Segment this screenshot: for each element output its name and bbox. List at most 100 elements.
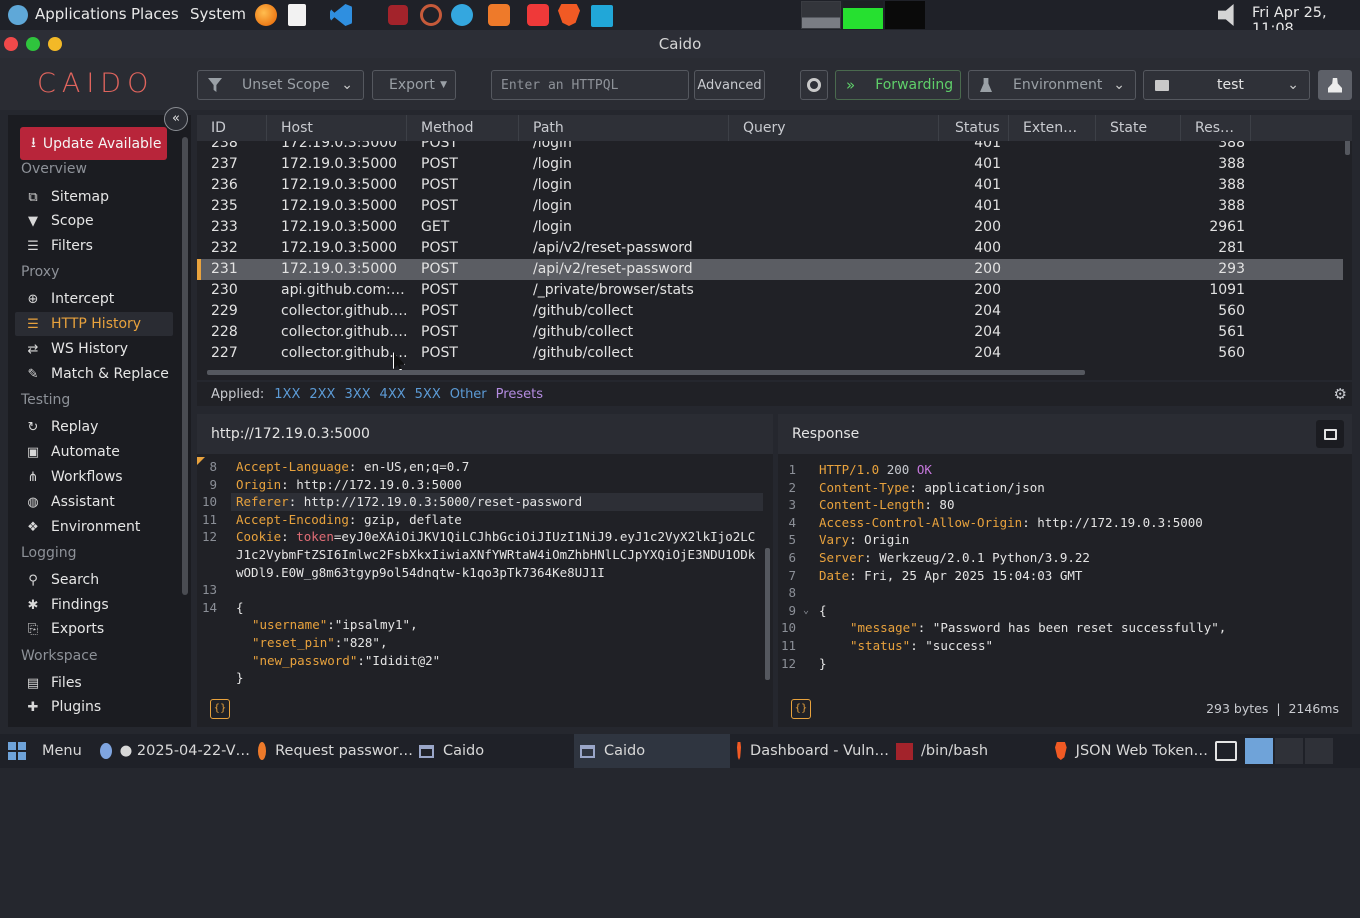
sidebar-item-http-history[interactable]: ☰ HTTP History — [15, 312, 173, 336]
sidebar-item-filters[interactable]: ☰ Filters — [15, 234, 173, 258]
task-item[interactable]: Caido — [419, 734, 569, 768]
vscode-icon[interactable] — [330, 4, 352, 26]
format-json-icon[interactable]: {} — [791, 699, 811, 719]
brave-icon[interactable] — [558, 4, 580, 26]
httpql-input[interactable]: Enter an HTTPQL — [491, 70, 689, 100]
sidebar-item-plugins[interactable]: ✚ Plugins — [15, 695, 173, 719]
puzzle-icon: ✚ — [27, 699, 39, 715]
table-row[interactable]: 227 collector.github.… POST/github/collect… — [197, 343, 1343, 364]
filter-other[interactable]: Other — [450, 387, 487, 402]
cell-method: POST — [421, 345, 458, 361]
cell-path: /api/v2/reset-password — [533, 240, 693, 256]
advanced-button[interactable]: Advanced — [694, 70, 765, 100]
column-response-length[interactable]: Res… — [1181, 115, 1251, 141]
table-row[interactable]: 229 collector.github.… POST/github/collect… — [197, 301, 1343, 322]
system-menu[interactable]: System — [190, 5, 246, 23]
update-available-button[interactable]: ⭳ Update Available — [20, 127, 167, 160]
fold-chevron-icon[interactable]: ⌄ — [803, 602, 809, 620]
files-folder-icon[interactable] — [591, 5, 613, 27]
table-row[interactable]: 228 collector.github.… POST/github/collect… — [197, 322, 1343, 343]
request-editor[interactable]: 8 Accept-Language: en-US,en;q=0.7 9 Orig… — [197, 458, 770, 688]
user-account-button[interactable] — [1318, 70, 1352, 100]
sidebar-item-ws-history[interactable]: ⇄ WS History — [15, 337, 173, 361]
export-button[interactable]: Export ▼ — [372, 70, 456, 100]
sidebar-item-environment[interactable]: ❖ Environment — [15, 515, 173, 539]
firefox-icon[interactable] — [255, 4, 277, 26]
sidebar-item-files[interactable]: ▤ Files — [15, 671, 173, 695]
filter-5xx[interactable]: 5XX — [415, 387, 441, 402]
sidebar-item-sitemap[interactable]: ⧉ Sitemap — [15, 185, 173, 209]
gear-icon[interactable]: ⚙ — [1334, 385, 1347, 403]
start-menu-button[interactable]: Menu — [8, 734, 88, 768]
column-path[interactable]: Path — [519, 115, 729, 141]
browser-button[interactable] — [800, 70, 828, 100]
filter-3xx[interactable]: 3XX — [344, 387, 370, 402]
workspace-switcher[interactable] — [1305, 738, 1333, 764]
spiral-app-icon[interactable] — [420, 4, 442, 26]
forwarding-button[interactable]: » Forwarding — [835, 70, 961, 100]
close-window-button[interactable] — [4, 37, 18, 51]
column-query[interactable]: Query — [729, 115, 939, 141]
column-method[interactable]: Method — [407, 115, 519, 141]
project-select[interactable]: test ⌄ — [1143, 70, 1310, 100]
text-editor-icon[interactable] — [288, 4, 306, 26]
volume-icon[interactable] — [1218, 4, 1234, 26]
table-row[interactable]: 231 172.19.0.3:5000 POST/api/v2/reset-pass… — [197, 259, 1343, 280]
table-row[interactable]: 235 172.19.0.3:5000 POST/login 401 388 — [197, 196, 1343, 217]
sidebar-item-assistant[interactable]: ◍ Assistant — [15, 490, 173, 514]
table-row[interactable]: 236 172.19.0.3:5000 POST/login 401 388 — [197, 175, 1343, 196]
filter-4xx[interactable]: 4XX — [380, 387, 406, 402]
environment-select[interactable]: Environment ⌄ — [968, 70, 1136, 100]
sidebar-item-replay[interactable]: ↻ Replay — [15, 415, 173, 439]
image-preview-icon[interactable] — [1316, 420, 1344, 448]
sidebar-item-exports[interactable]: ⎘ Exports — [15, 617, 173, 641]
distro-logo-icon[interactable] — [8, 5, 28, 25]
applications-menu[interactable]: Applications — [35, 5, 127, 23]
column-status[interactable]: Status — [939, 115, 1009, 141]
task-item[interactable]: Dashboard - Vuln… — [737, 734, 889, 768]
collapse-sidebar-button[interactable]: « — [164, 107, 188, 131]
telegram-icon[interactable] — [451, 4, 473, 26]
workspace-switcher[interactable] — [1275, 738, 1303, 764]
filter-presets[interactable]: Presets — [496, 387, 543, 402]
terminal-red-icon[interactable] — [388, 5, 408, 25]
editor-scrollbar[interactable] — [765, 548, 770, 680]
sidebar-item-match-replace[interactable]: ✎ Match & Replace — [15, 362, 173, 386]
task-item[interactable]: ● 2025-04-22-V… — [100, 734, 250, 768]
task-item-active[interactable]: Caido — [574, 734, 730, 768]
sidebar-scrollbar[interactable] — [182, 137, 188, 595]
scope-select[interactable]: Unset Scope ⌄ — [197, 70, 364, 100]
column-state[interactable]: State — [1096, 115, 1181, 141]
column-id[interactable]: ID — [197, 115, 267, 141]
sidebar-item-automate[interactable]: ▣ Automate — [15, 440, 173, 464]
sidebar-item-workflows[interactable]: ⋔ Workflows — [15, 465, 173, 489]
filter-1xx[interactable]: 1XX — [274, 387, 300, 402]
sidebar-item-findings[interactable]: ✱ Findings — [15, 593, 173, 617]
filter-2xx[interactable]: 2XX — [309, 387, 335, 402]
task-item[interactable]: JSON Web Token… — [1055, 734, 1208, 768]
table-row[interactable]: 232 172.19.0.3:5000 POST/api/v2/reset-pass… — [197, 238, 1343, 259]
cell-query — [729, 259, 939, 280]
sidebar-item-search[interactable]: ⚲ Search — [15, 568, 173, 592]
workspace-switcher-active[interactable] — [1245, 738, 1273, 764]
maximize-window-button[interactable] — [26, 37, 40, 51]
sidebar-item-intercept[interactable]: ⊕ Intercept — [15, 287, 173, 311]
task-item[interactable]: Request passwor… — [258, 734, 413, 768]
format-json-icon[interactable]: {} — [210, 699, 230, 719]
places-menu[interactable]: Places — [131, 5, 179, 23]
pencil-app-icon[interactable] — [488, 4, 510, 26]
column-host[interactable]: Host — [267, 115, 407, 141]
response-editor[interactable]: 1 HTTP/1.0 200 OK 2 Content-Type: applic… — [778, 461, 1352, 676]
minimize-window-button[interactable] — [48, 37, 62, 51]
cell-method: POST — [421, 156, 458, 172]
vivaldi-icon[interactable] — [527, 4, 549, 26]
horizontal-scrollbar[interactable] — [207, 370, 1085, 375]
column-extension[interactable]: Exten… — [1009, 115, 1096, 141]
task-item[interactable]: /bin/bash — [896, 734, 1046, 768]
table-row[interactable]: 233 172.19.0.3:5000 GET/login 200 2961 — [197, 217, 1343, 238]
table-row[interactable]: 237 172.19.0.3:5000 POST/login 401 388 — [197, 154, 1343, 175]
zz-tray-icon[interactable] — [1215, 741, 1237, 761]
sidebar-item-scope[interactable]: ▼ Scope — [15, 209, 173, 233]
sidebar: « ⭳ Update Available Overview ⧉ Sitemap ▼… — [8, 107, 191, 727]
table-row[interactable]: 230 api.github.com:… POST /_private/browser… — [197, 280, 1343, 301]
